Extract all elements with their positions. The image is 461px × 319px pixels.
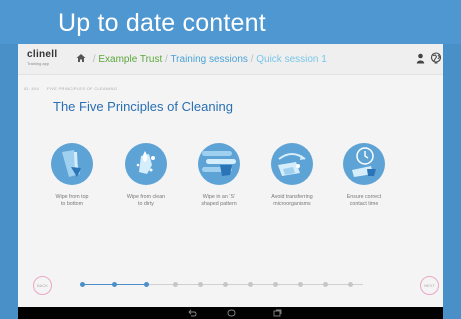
breadcrumb-item-training-sessions[interactable]: Training sessions (170, 54, 247, 65)
progress-step[interactable] (223, 282, 228, 287)
principle-card[interactable]: Wipe from top to bottom (37, 143, 107, 208)
progress-step[interactable] (273, 282, 278, 287)
globe-icon[interactable] (430, 52, 442, 64)
principle-label: Wipe in an ‘S’ shaped pattern (201, 194, 237, 207)
principle-card[interactable]: Ensure correct contact time (329, 143, 399, 208)
progress-step[interactable] (144, 282, 149, 287)
principle-card[interactable]: Wipe in an ‘S’ shaped pattern (184, 143, 254, 208)
s-pattern-icon (198, 143, 240, 185)
breadcrumb-item-quick-session[interactable]: Quick session 1 (256, 54, 327, 65)
progress-step[interactable] (173, 282, 178, 287)
back-nav-icon[interactable] (188, 309, 197, 317)
avoid-transfer-icon (271, 143, 313, 185)
breadcrumb-separator: / (250, 54, 254, 65)
principle-card[interactable]: Avoid transferring microorganisms (257, 143, 327, 208)
logo-name: clinell (27, 49, 58, 60)
breadcrumb-separator: / (92, 54, 96, 65)
principle-card[interactable]: Wipe from clean to dirty (111, 143, 181, 208)
progress-step[interactable] (323, 282, 328, 287)
principle-label: Wipe from top to bottom (55, 194, 89, 207)
breadcrumb-separator: / (165, 54, 168, 65)
breadcrumb: / Example Trust / Training sessions / Qu… (76, 53, 327, 65)
banner-title: Up to date content (58, 9, 266, 37)
module-section: FIVE PRINCIPLES OF CLEANING (47, 86, 118, 91)
module-id: ID: 404 (24, 86, 39, 91)
breadcrumb-item-trust[interactable]: Example Trust (98, 54, 162, 65)
progress-step[interactable] (80, 282, 85, 287)
next-button[interactable]: NEXT (420, 276, 439, 295)
clinell-logo[interactable]: clinell Training app (27, 50, 57, 67)
principle-label: Wipe from clean to dirty (126, 194, 166, 207)
page-title: The Five Principles of Cleaning (53, 99, 233, 114)
home-nav-icon[interactable] (227, 309, 236, 317)
contact-time-icon (343, 143, 385, 185)
back-button[interactable]: BACK (33, 276, 52, 295)
home-icon[interactable] (76, 53, 86, 63)
wipe-top-to-bottom-icon (51, 143, 93, 185)
logo-tagline: Training app (27, 61, 50, 66)
promo-banner: Up to date content (0, 0, 461, 44)
recents-nav-icon[interactable] (273, 309, 282, 317)
user-icon[interactable] (416, 53, 425, 64)
progress-step[interactable] (198, 282, 203, 287)
android-nav-bar (18, 307, 443, 319)
progress-step[interactable] (248, 282, 253, 287)
progress-step[interactable] (298, 282, 303, 287)
tablet-screen: clinell Training app / Example Trust / T… (18, 44, 443, 319)
progress-step[interactable] (348, 282, 353, 287)
wipe-clean-to-dirty-icon (125, 143, 167, 185)
principle-label: Ensure correct contact time (346, 194, 382, 207)
module-meta: ID: 404 FIVE PRINCIPLES OF CLEANING (24, 86, 117, 91)
principle-label: Avoid transferring microorganisms (271, 194, 313, 207)
app-header: clinell Training app / Example Trust / T… (18, 44, 443, 75)
progress-step[interactable] (112, 282, 117, 287)
